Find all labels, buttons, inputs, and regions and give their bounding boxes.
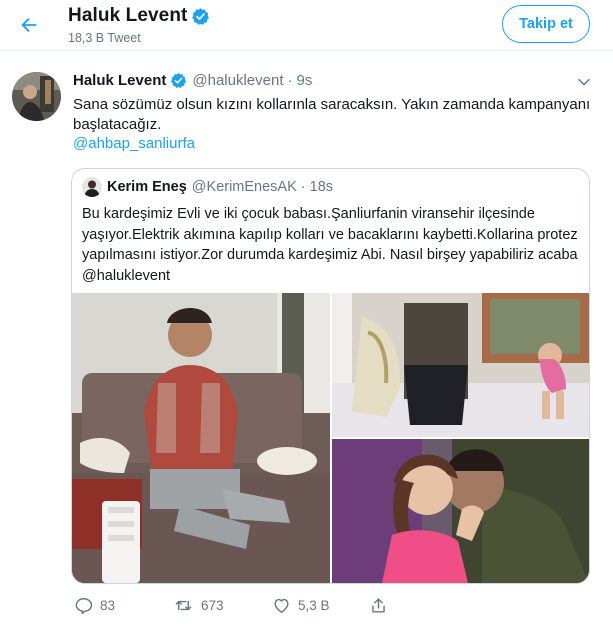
reply-button[interactable]: 83 — [74, 596, 115, 615]
verified-badge-icon — [191, 7, 210, 31]
media-photo-2[interactable] — [332, 293, 589, 437]
quoted-timestamp: 18s — [309, 179, 334, 195]
tweet-author-row: Haluk Levent @haluklevent · 9s — [73, 72, 312, 89]
separator-dot: · — [287, 72, 293, 89]
share-icon — [372, 598, 385, 613]
chevron-down-icon — [578, 78, 590, 86]
back-arrow-icon — [21, 17, 37, 33]
reply-count: 83 — [100, 598, 116, 613]
separator-dot: · — [300, 179, 306, 195]
avatar[interactable] — [12, 72, 61, 121]
tweet-timestamp[interactable]: 9s — [297, 72, 313, 89]
quoted-tweet-text: Bu kardeşimiz Evli ve iki çocuk babası.Ş… — [82, 206, 578, 284]
retweet-icon — [175, 600, 192, 611]
page-title: Haluk Levent — [68, 5, 188, 26]
tweet-text: Sana sözümüz olsun kızını kollarınla sar… — [73, 96, 591, 133]
author-handle[interactable]: @haluklevent — [192, 72, 283, 89]
tweet-count: 18,3 B Tweet — [68, 31, 141, 45]
back-button[interactable] — [13, 9, 45, 41]
mention-link[interactable]: @ahbap_sanliurfa — [73, 135, 195, 152]
like-count: 5,3 B — [298, 598, 330, 613]
retweet-count: 673 — [201, 598, 224, 613]
like-button[interactable]: 5,3 B — [272, 596, 330, 615]
share-button[interactable] — [369, 596, 395, 615]
tweet: Haluk Levent @haluklevent · 9s Sana sözü… — [0, 51, 613, 643]
quoted-author-row: Kerim Eneş @KerimEnesAK · 18s — [82, 177, 333, 197]
media-photo-3[interactable] — [332, 439, 589, 583]
profile-header: Haluk Levent 18,3 B Tweet Takip et — [0, 0, 613, 51]
quoted-avatar — [82, 177, 102, 197]
quoted-author-name: Kerim Eneş — [107, 179, 187, 195]
follow-button[interactable]: Takip et — [502, 5, 590, 43]
tweet-actions: 83 673 5,3 B — [0, 596, 613, 620]
quoted-media-grid — [72, 293, 589, 583]
quoted-author-handle: @KerimEnesAK — [191, 179, 297, 195]
more-options-button[interactable] — [575, 73, 593, 91]
author-name[interactable]: Haluk Levent — [73, 72, 166, 89]
like-icon — [274, 598, 289, 613]
verified-badge-icon — [170, 72, 187, 89]
media-photo-1[interactable] — [72, 293, 330, 583]
quoted-tweet[interactable]: Kerim Eneş @KerimEnesAK · 18s Bu kardeşi… — [71, 168, 590, 584]
retweet-button[interactable]: 673 — [173, 596, 224, 615]
reply-icon — [75, 598, 93, 615]
